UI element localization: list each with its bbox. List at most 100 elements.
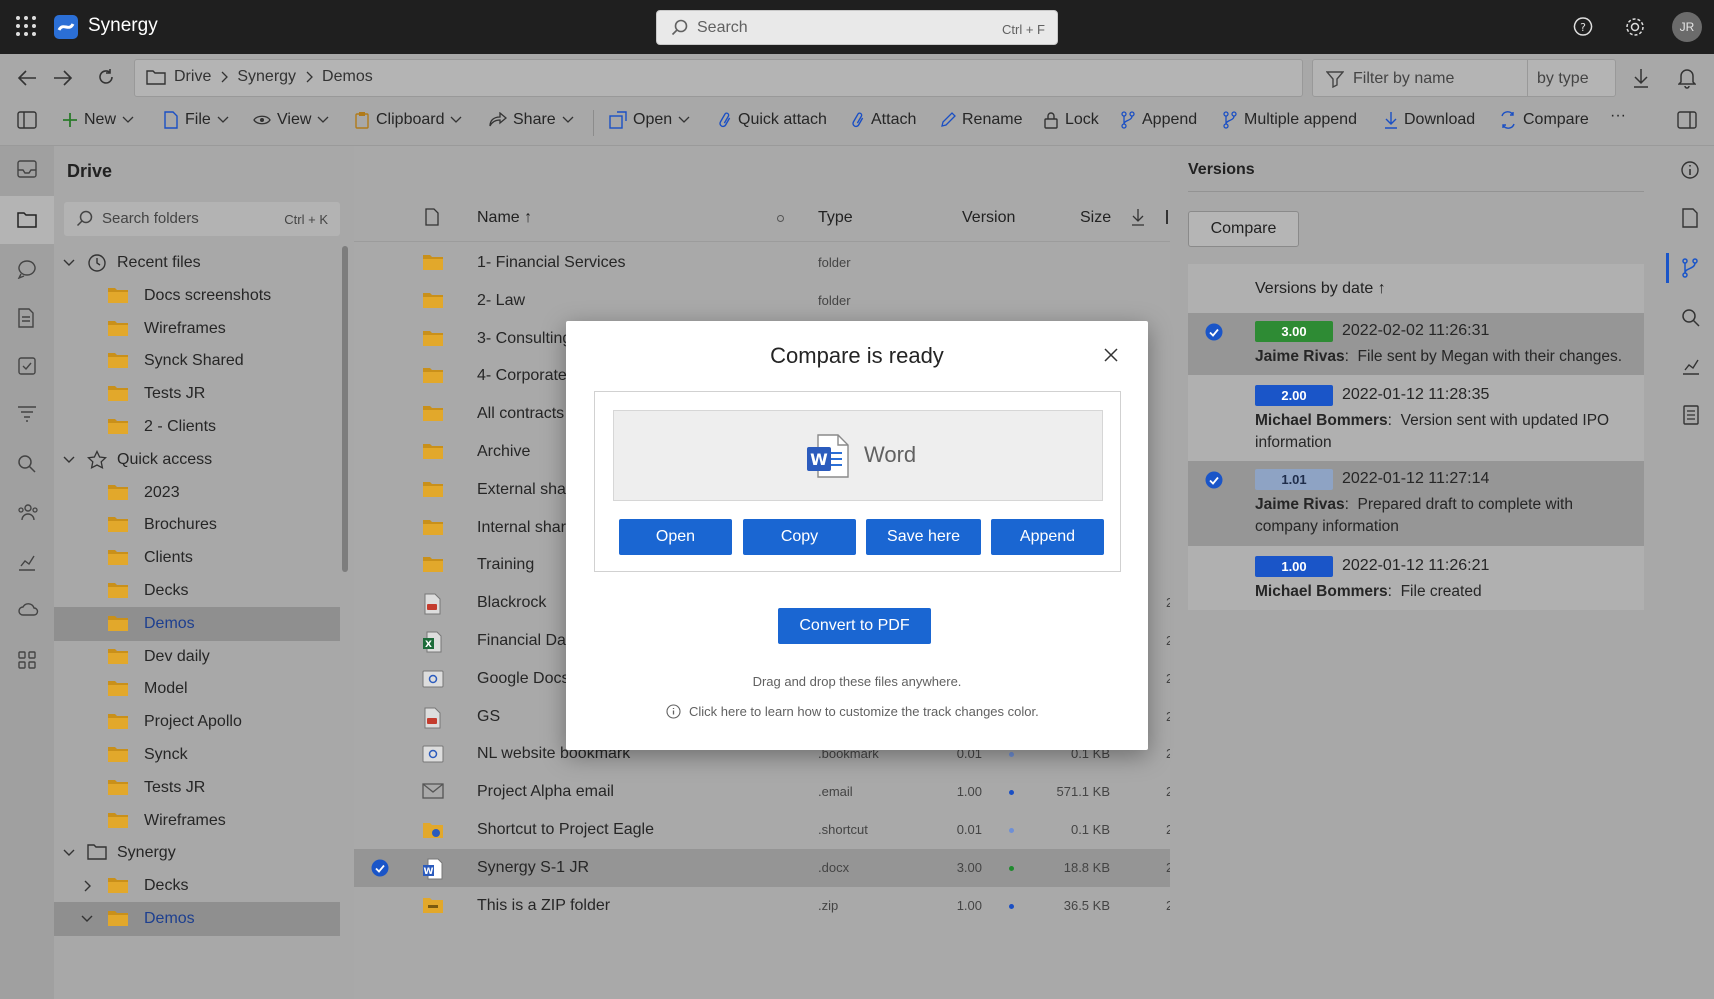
- search-folders-input[interactable]: Search folders Ctrl + K: [64, 202, 340, 236]
- user-avatar[interactable]: JR: [1672, 12, 1702, 42]
- word-file-preview[interactable]: W Word: [613, 410, 1103, 501]
- tree-item[interactable]: Wireframes: [54, 804, 340, 838]
- versions-compare-button[interactable]: Compare: [1188, 211, 1299, 247]
- tree-item[interactable]: Decks: [54, 869, 340, 903]
- tree-item[interactable]: Project Apollo: [54, 705, 340, 739]
- tree-item[interactable]: Docs screenshots: [54, 279, 340, 313]
- tree-item[interactable]: Clients: [54, 541, 340, 575]
- filter-by-type-select[interactable]: by type: [1537, 70, 1589, 88]
- version-item[interactable]: 1.01 2022-01-12 11:27:14 Jaime Rivas: Prep…: [1188, 461, 1644, 546]
- tree-item[interactable]: Synck Shared: [54, 344, 340, 378]
- chevron-down-icon[interactable]: [80, 914, 94, 924]
- tree-item[interactable]: 2023: [54, 476, 340, 510]
- column-resize-handle[interactable]: [1166, 210, 1168, 224]
- quick-attach-button[interactable]: Quick attach: [718, 111, 827, 129]
- breadcrumb-item-drive[interactable]: Drive: [174, 68, 211, 86]
- multiple-append-button[interactable]: Multiple append: [1222, 111, 1357, 129]
- versions-branch-icon[interactable]: [1681, 258, 1699, 278]
- share-menu-button[interactable]: Share: [489, 111, 574, 129]
- track-changes-help-link[interactable]: Click here to learn how to customize the…: [666, 704, 1039, 719]
- version-item[interactable]: 1.00 2022-01-12 11:26:21 Michael Bommers: …: [1188, 548, 1644, 612]
- attach-button[interactable]: Attach: [851, 111, 916, 129]
- breadcrumb-item-demos[interactable]: Demos: [322, 68, 373, 86]
- back-arrow-icon[interactable]: [16, 68, 38, 88]
- view-menu-button[interactable]: View: [253, 111, 329, 129]
- close-icon[interactable]: [1103, 347, 1119, 363]
- tree-item[interactable]: Decks: [54, 574, 340, 608]
- selected-check-icon[interactable]: [1205, 471, 1223, 489]
- file-row[interactable]: 2- Law folder: [354, 282, 1170, 320]
- file-row[interactable]: 1- Financial Services folder: [354, 244, 1170, 282]
- dialog-save-here-button[interactable]: Save here: [866, 519, 981, 555]
- folder-icon[interactable]: [17, 211, 37, 229]
- version-item[interactable]: 2.00 2022-01-12 11:28:35 Michael Bommers: …: [1188, 377, 1644, 461]
- clipboard-menu-button[interactable]: Clipboard: [354, 111, 462, 129]
- download-button[interactable]: Download: [1384, 111, 1475, 129]
- refresh-icon[interactable]: [96, 67, 116, 87]
- toggle-details-pane-icon[interactable]: [1677, 111, 1697, 129]
- chat-icon[interactable]: [17, 259, 37, 279]
- task-check-icon[interactable]: [17, 356, 37, 376]
- file-row[interactable]: Shortcut to Project Eagle .shortcut 0.01 0.…: [354, 811, 1173, 849]
- file-row[interactable]: This is a ZIP folder.zip1.0036.5 KB2: [354, 887, 1173, 925]
- version-item[interactable]: 3.00 2022-02-02 11:26:31 Jaime Rivas: File…: [1188, 313, 1644, 375]
- tree-item[interactable]: Model: [54, 672, 340, 706]
- chevron-down-icon[interactable]: [62, 848, 76, 858]
- filter-by-name-input[interactable]: Filter by name by type: [1312, 59, 1616, 97]
- dialog-append-button[interactable]: Append: [991, 519, 1104, 555]
- breadcrumb-item-synergy[interactable]: Synergy: [237, 68, 296, 86]
- column-header-version[interactable]: Version: [962, 209, 1015, 227]
- tree-item[interactable]: Quick access: [54, 443, 340, 477]
- tree-item[interactable]: Dev daily: [54, 640, 340, 674]
- analytics-chart-icon[interactable]: [17, 552, 37, 572]
- apps-grid-icon[interactable]: [17, 650, 37, 670]
- chevron-right-icon[interactable]: [83, 879, 93, 893]
- tree-item[interactable]: Demos: [54, 606, 340, 641]
- tree-item[interactable]: Synergy: [54, 836, 340, 870]
- new-button[interactable]: New: [62, 111, 134, 129]
- sort-download-icon[interactable]: [1131, 208, 1145, 226]
- folder-tree-scrollbar[interactable]: [342, 246, 348, 572]
- document-properties-icon[interactable]: [1681, 208, 1699, 228]
- tree-item[interactable]: 2 - Clients: [54, 410, 340, 444]
- search-icon[interactable]: [17, 454, 37, 474]
- app-launcher-icon[interactable]: [15, 15, 37, 37]
- chevron-down-icon[interactable]: [62, 258, 76, 268]
- compare-button[interactable]: Compare: [1499, 111, 1589, 129]
- file-row[interactable]: WSynergy S-1 JR.docx3.0018.8 KB2: [354, 848, 1173, 887]
- tree-item[interactable]: Tests JR: [54, 377, 340, 411]
- column-header-type[interactable]: Type: [818, 209, 853, 227]
- chevron-down-icon[interactable]: [62, 455, 76, 465]
- notifications-bell-icon[interactable]: [1678, 67, 1696, 89]
- more-options-button[interactable]: ···: [1610, 107, 1626, 125]
- versions-sort-header[interactable]: Versions by date ↑: [1255, 280, 1386, 298]
- tree-item[interactable]: Demos: [54, 902, 340, 936]
- filter-list-icon[interactable]: [17, 405, 37, 423]
- file-row[interactable]: Project Alpha email.email1.00571.1 KB2: [354, 773, 1173, 811]
- document-icon[interactable]: [17, 308, 35, 328]
- download-arrow-icon[interactable]: [1632, 68, 1650, 88]
- column-header-size[interactable]: Size: [1080, 209, 1111, 227]
- inbox-icon[interactable]: [17, 160, 37, 178]
- rename-button[interactable]: Rename: [940, 111, 1022, 129]
- tree-item[interactable]: Wireframes: [54, 312, 340, 346]
- selected-check-icon[interactable]: [1205, 323, 1223, 341]
- tree-item[interactable]: Recent files: [54, 246, 340, 280]
- settings-gear-icon[interactable]: [1624, 16, 1646, 38]
- forward-arrow-icon[interactable]: [52, 68, 74, 88]
- toggle-sidebar-icon[interactable]: [17, 111, 37, 129]
- lock-button[interactable]: Lock: [1043, 111, 1099, 129]
- open-menu-button[interactable]: Open: [609, 111, 690, 129]
- notes-icon[interactable]: [1682, 405, 1700, 425]
- info-icon[interactable]: [1680, 160, 1700, 180]
- activity-chart-icon[interactable]: [1681, 356, 1701, 376]
- dialog-copy-button[interactable]: Copy: [743, 519, 856, 555]
- column-header-name[interactable]: Name ↑: [477, 209, 532, 227]
- tree-item[interactable]: Synck: [54, 738, 340, 772]
- selected-check-icon[interactable]: [371, 859, 389, 877]
- cloud-settings-icon[interactable]: [17, 600, 39, 620]
- search-icon[interactable]: [1681, 308, 1701, 328]
- append-button[interactable]: Append: [1120, 111, 1197, 129]
- dialog-open-button[interactable]: Open: [619, 519, 732, 555]
- tree-item[interactable]: Tests JR: [54, 771, 340, 805]
